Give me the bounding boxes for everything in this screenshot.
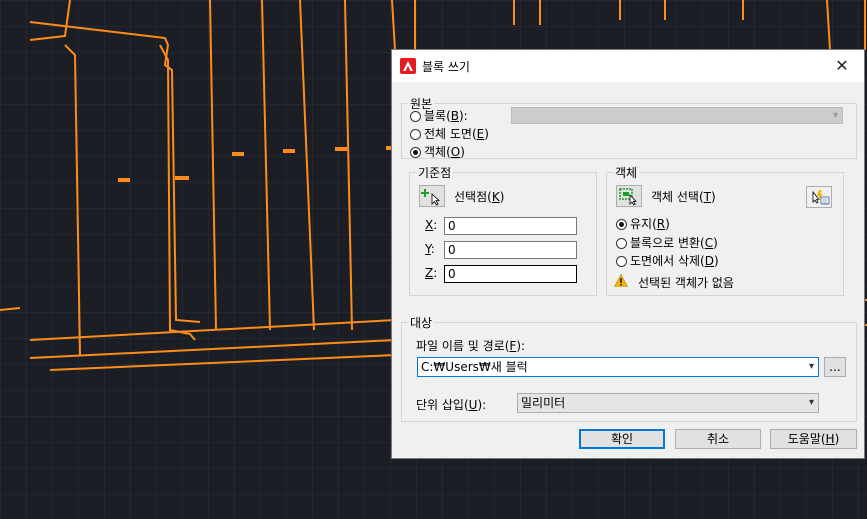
chevron-down-icon: ▾ (832, 110, 838, 121)
pick-point-icon (421, 189, 441, 206)
radio-entire-drawing[interactable]: 전체 도면(E) (410, 126, 489, 142)
insert-units-value: 밀리미터 (521, 396, 566, 410)
insert-units-label: 단위 삽입(U): (416, 398, 487, 412)
objects-group-label: 객체 (615, 166, 638, 180)
pick-point-label: 선택점(K) (454, 190, 505, 204)
autocad-logo-icon (400, 58, 416, 74)
x-label: X: (425, 218, 438, 232)
radio-block[interactable]: 블록(B): (410, 108, 468, 124)
chevron-down-icon: ▾ (808, 397, 814, 408)
file-path-combo[interactable]: C:₩Users₩새 블럭 ▾ (417, 357, 819, 377)
destination-group-label: 대상 (410, 316, 433, 330)
base-point-group-label: 기준점 (418, 166, 452, 180)
close-icon: ✕ (835, 56, 849, 75)
file-path-value: C:₩Users₩새 블럭 (421, 360, 528, 374)
z-coordinate-input[interactable]: 0 (444, 265, 577, 283)
y-coordinate-input[interactable]: 0 (444, 241, 577, 259)
block-name-combo: ▾ (511, 107, 843, 124)
browse-button[interactable]: ... (824, 357, 846, 377)
insert-units-select[interactable]: 밀리미터 ▾ (517, 393, 819, 413)
close-button[interactable]: ✕ (820, 50, 864, 82)
ok-button[interactable]: 확인 (579, 429, 665, 449)
radio-entire-drawing-indicator (410, 129, 421, 140)
help-button[interactable]: 도움말(H) (770, 429, 857, 449)
chevron-down-icon[interactable]: ▾ (809, 358, 814, 376)
z-label: Z: (425, 266, 438, 280)
pick-point-button[interactable] (419, 185, 445, 207)
warning-icon (614, 274, 628, 287)
radio-block-indicator (410, 111, 421, 122)
dialog-title: 블록 쓰기 (422, 60, 470, 74)
select-objects-label: 객체 선택(T) (651, 190, 716, 204)
radio-convert-to-block[interactable]: 블록으로 변환(C) (616, 235, 718, 251)
radio-objects[interactable]: 객체(O) (410, 144, 465, 160)
file-path-label: 파일 이름 및 경로(F): (416, 339, 526, 353)
radio-delete-from-drawing[interactable]: 도면에서 삭제(D) (616, 253, 719, 269)
radio-delete-indicator (616, 256, 627, 267)
radio-retain-indicator (616, 219, 627, 230)
dialog-titlebar[interactable]: 블록 쓰기 ✕ (392, 50, 864, 82)
radio-objects-indicator (410, 147, 421, 158)
quick-select-button[interactable] (806, 186, 832, 208)
y-label: Y: (425, 242, 435, 256)
quick-select-icon (812, 190, 830, 205)
cancel-button[interactable]: 취소 (675, 429, 761, 449)
select-objects-button[interactable] (616, 185, 642, 207)
write-block-dialog: 블록 쓰기 ✕ 원본 블록(B): ▾ 전체 도면(E) 객체(O) 기준점 선… (391, 49, 865, 459)
no-objects-selected-text: 선택된 객체가 없음 (638, 276, 734, 290)
select-objects-icon (619, 188, 637, 206)
x-coordinate-input[interactable]: 0 (444, 217, 577, 235)
radio-retain[interactable]: 유지(R) (616, 216, 670, 232)
radio-convert-indicator (616, 238, 627, 249)
